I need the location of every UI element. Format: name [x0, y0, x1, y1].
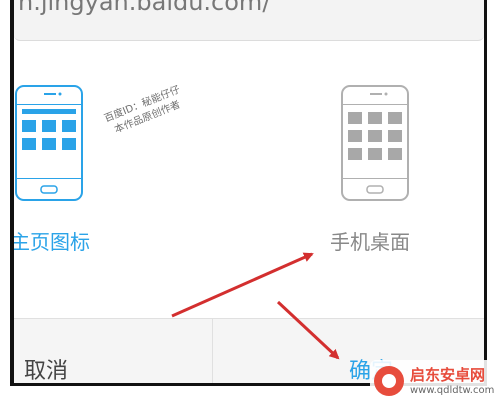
- site-name: 启东安卓网: [410, 366, 486, 384]
- site-url: www.qdldtw.com: [410, 385, 495, 396]
- site-badge: 启东安卓网 www.qdldtw.com: [370, 360, 498, 404]
- option-label-phone-desktop: 手机桌面: [330, 230, 410, 254]
- option-label-homepage: 主页图标: [10, 230, 90, 254]
- cancel-button[interactable]: 取消: [14, 319, 212, 384]
- screenshot-frame: n.jingyan.baidu.com/ 主页图标 百度ID：秘能仔仔 本作品原…: [0, 0, 500, 406]
- option-phone-desktop[interactable]: 手机桌面: [326, 80, 436, 270]
- url-bar[interactable]: n.jingyan.baidu.com/: [14, 0, 484, 41]
- phone-grid-icon: [15, 85, 83, 201]
- cancel-button-label: 取消: [24, 359, 69, 384]
- dialog-panel: n.jingyan.baidu.com/ 主页图标 百度ID：秘能仔仔 本作品原…: [10, 0, 487, 386]
- site-logo-icon: [374, 366, 404, 396]
- phone-grid-icon: [341, 85, 409, 201]
- url-text: n.jingyan.baidu.com/: [18, 0, 271, 16]
